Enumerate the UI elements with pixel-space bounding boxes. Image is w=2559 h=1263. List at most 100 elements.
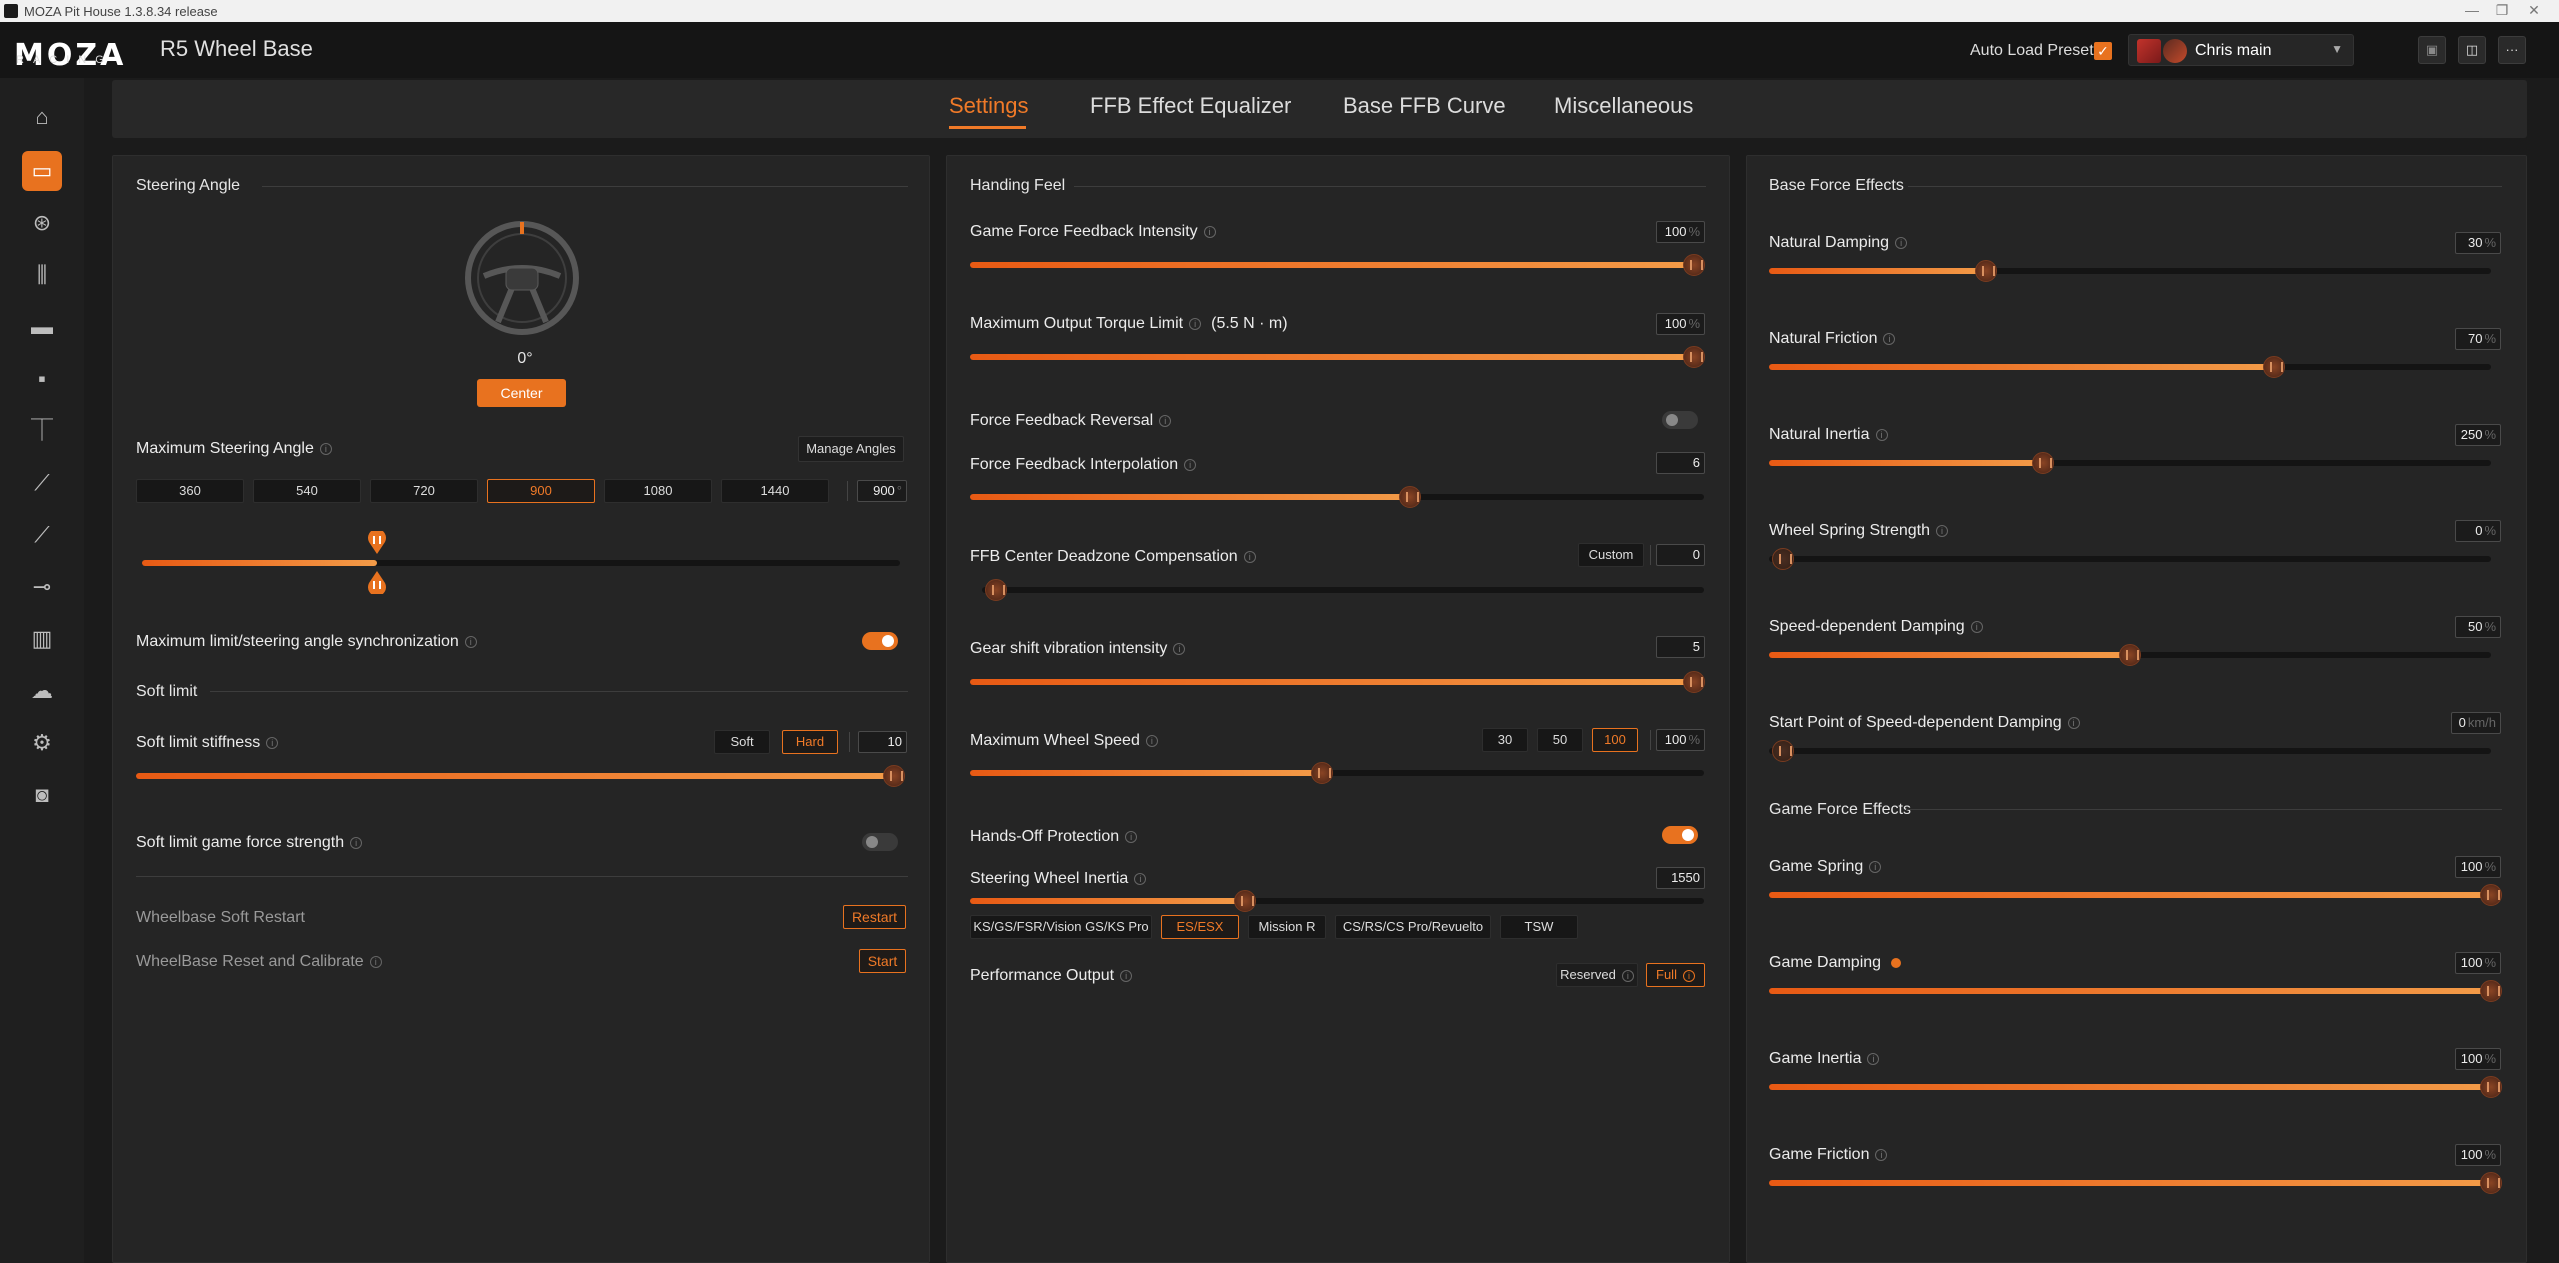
game-spring-value-field[interactable]: 100%: [2455, 856, 2501, 878]
natural-damping-value-field[interactable]: 30%: [2455, 232, 2501, 254]
start-point-of-speed-dependent-damping-slider[interactable]: [1769, 740, 2491, 762]
torque-value-field[interactable]: 100%: [1656, 313, 1705, 335]
info-icon[interactable]: i: [464, 635, 477, 648]
info-icon[interactable]: i: [1875, 1148, 1888, 1161]
full-button[interactable]: Full i: [1646, 963, 1705, 987]
torque-slider[interactable]: [970, 346, 1705, 368]
slider-handle[interactable]: [1974, 260, 1997, 282]
natural-inertia-value-field[interactable]: 250%: [2455, 424, 2501, 446]
game-friction-value-field[interactable]: 100%: [2455, 1144, 2501, 1166]
angle-marker-top-icon[interactable]: [366, 531, 388, 555]
slider-handle[interactable]: [883, 765, 905, 787]
tab-base-ffb-curve[interactable]: Base FFB Curve: [1343, 93, 1506, 119]
speed-preset-100[interactable]: 100: [1592, 728, 1638, 752]
natural-inertia-slider[interactable]: [1769, 452, 2491, 474]
sidebar-item-library[interactable]: ▥: [22, 619, 62, 659]
deadzone-slider[interactable]: [982, 579, 1704, 601]
info-icon[interactable]: i: [1173, 642, 1186, 655]
tab-miscellaneous[interactable]: Miscellaneous: [1554, 93, 1693, 119]
sidebar-item-account[interactable]: ◙: [22, 775, 62, 815]
sidebar-item-dashboard[interactable]: ▬: [22, 307, 62, 347]
info-icon[interactable]: i: [1970, 620, 1983, 633]
restart-button[interactable]: Restart: [843, 905, 906, 929]
info-icon[interactable]: i: [1189, 317, 1202, 330]
deadzone-value-field[interactable]: 0: [1656, 544, 1705, 566]
slider-handle[interactable]: [2119, 644, 2141, 666]
sidebar-item-home[interactable]: ⌂: [22, 97, 62, 137]
gear-vibration-slider[interactable]: [970, 671, 1705, 693]
inertia-value-field[interactable]: 1550: [1656, 867, 1705, 889]
game-damping-value-field[interactable]: 100%: [2455, 952, 2501, 974]
game-inertia-value-field[interactable]: 100%: [2455, 1048, 2501, 1070]
slider-handle[interactable]: [1683, 346, 1705, 368]
more-icon[interactable]: ···: [2498, 36, 2526, 64]
manage-angles-button[interactable]: Manage Angles: [798, 436, 904, 462]
gear-vibration-value-field[interactable]: 5: [1656, 636, 1705, 658]
info-icon[interactable]: i: [319, 442, 332, 455]
info-icon[interactable]: i: [1935, 524, 1948, 537]
info-icon[interactable]: i: [1145, 734, 1158, 747]
info-icon[interactable]: i: [369, 955, 382, 968]
info-icon[interactable]: i: [1883, 332, 1896, 345]
speed-preset-30[interactable]: 30: [1482, 728, 1528, 752]
wheel-type-cs-rs[interactable]: CS/RS/CS Pro/Revuelto: [1335, 915, 1491, 939]
center-button[interactable]: Center: [477, 379, 566, 407]
game-inertia-slider[interactable]: [1769, 1076, 2502, 1098]
stiffness-slider[interactable]: [136, 765, 905, 787]
angle-preset-1080[interactable]: 1080: [604, 479, 712, 503]
auto-load-checkbox[interactable]: ✓: [2094, 42, 2112, 60]
natural-friction-slider[interactable]: [1769, 356, 2491, 378]
angle-preset-720[interactable]: 720: [370, 479, 478, 503]
sidebar-item-settings[interactable]: ⚙: [22, 723, 62, 763]
deadzone-custom-button[interactable]: Custom: [1578, 543, 1644, 567]
slider-handle[interactable]: [2480, 884, 2502, 906]
slider-handle[interactable]: [1683, 671, 1705, 693]
sidebar-item-shifter[interactable]: ⏉: [22, 411, 62, 451]
slider-handle[interactable]: [2480, 1076, 2502, 1098]
slider-handle[interactable]: [985, 579, 1007, 601]
ffb-reversal-toggle[interactable]: [1662, 411, 1698, 429]
natural-damping-slider[interactable]: [1769, 260, 2491, 282]
info-icon[interactable]: i: [1869, 860, 1882, 873]
profile-select[interactable]: Chris main ▼: [2128, 34, 2354, 66]
wheel-type-ks-gs[interactable]: KS/GS/FSR/Vision GS/KS Pro: [970, 915, 1152, 939]
slider-handle[interactable]: [2480, 980, 2502, 1002]
start-point-of-speed-dependent-damping-value-field[interactable]: 0 km/h: [2451, 712, 2501, 734]
wheel-type-es-esx[interactable]: ES/ESX: [1161, 915, 1239, 939]
info-icon[interactable]: i: [1125, 830, 1138, 843]
hands-off-toggle[interactable]: [1662, 826, 1698, 844]
slider-handle[interactable]: [1683, 254, 1705, 276]
info-icon[interactable]: i: [1134, 872, 1147, 885]
speed-preset-50[interactable]: 50: [1537, 728, 1583, 752]
angle-preset-1440[interactable]: 1440: [721, 479, 829, 503]
speed-dependent-damping-slider[interactable]: [1769, 644, 2491, 666]
stiffness-value-field[interactable]: 10: [858, 731, 907, 753]
info-icon[interactable]: i: [1159, 414, 1172, 427]
info-icon[interactable]: i: [1243, 550, 1256, 563]
info-icon[interactable]: i: [2067, 716, 2080, 729]
angle-preset-540[interactable]: 540: [253, 479, 361, 503]
info-icon[interactable]: i: [1875, 428, 1888, 441]
angle-preset-900[interactable]: 900: [487, 479, 595, 503]
game-friction-slider[interactable]: [1769, 1172, 2502, 1194]
speed-dependent-damping-value-field[interactable]: 50%: [2455, 616, 2501, 638]
wheel-type-mission-r[interactable]: Mission R: [1248, 915, 1326, 939]
sidebar-item-handbrake[interactable]: ⟋: [22, 463, 62, 503]
wheel-spring-strength-slider[interactable]: [1769, 548, 2491, 570]
wheel-type-tsw[interactable]: TSW: [1500, 915, 1578, 939]
start-button[interactable]: Start: [859, 949, 906, 973]
info-icon[interactable]: i: [1203, 225, 1216, 238]
sidebar-item-steering-wheel[interactable]: ⊛: [22, 203, 62, 243]
close-icon[interactable]: ✕: [2524, 2, 2544, 19]
angle-preset-360[interactable]: 360: [136, 479, 244, 503]
wheel-spring-strength-value-field[interactable]: 0%: [2455, 520, 2501, 542]
angle-slider-track[interactable]: [142, 560, 900, 566]
game-ffb-slider[interactable]: [970, 254, 1705, 276]
info-icon[interactable]: i: [266, 736, 279, 749]
interpolation-value-field[interactable]: 6: [1656, 452, 1705, 474]
angle-marker-bottom-icon[interactable]: [366, 570, 388, 594]
info-icon[interactable]: i: [1120, 969, 1133, 982]
game-spring-slider[interactable]: [1769, 884, 2502, 906]
soft-button[interactable]: Soft: [714, 730, 770, 754]
info-icon[interactable]: i: [350, 836, 363, 849]
